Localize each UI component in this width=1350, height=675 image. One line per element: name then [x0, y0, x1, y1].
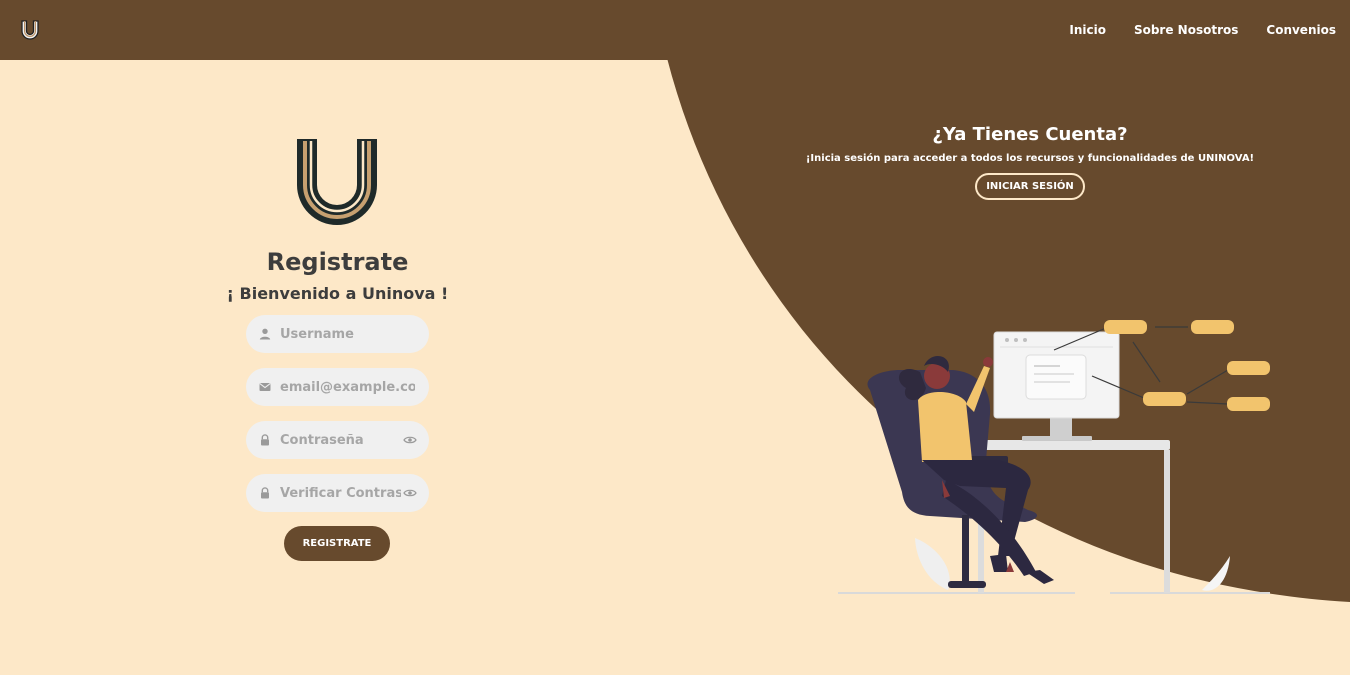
mail-icon [259, 383, 271, 391]
show-password-eye-icon[interactable] [403, 433, 417, 447]
uninova-logo-small[interactable] [18, 18, 42, 42]
welcome-subtitle: ¡ Bienvenido a Uninova ! [226, 284, 449, 303]
uninova-logo [297, 139, 377, 225]
password-input[interactable] [278, 431, 403, 449]
login-panel-text: ¡Inicia sesión para acceder a todos los … [805, 153, 1255, 164]
nav-link-sobre-nosotros[interactable]: Sobre Nosotros [1134, 23, 1238, 37]
username-input[interactable] [278, 325, 417, 343]
login-panel-title: ¿Ya Tienes Cuenta? [932, 124, 1128, 145]
username-field[interactable] [246, 315, 429, 353]
register-button[interactable]: REGISTRATE [284, 526, 390, 561]
lock-icon [261, 487, 269, 499]
show-verify-password-eye-icon[interactable] [403, 486, 417, 500]
verify-password-input[interactable] [278, 484, 403, 502]
lock-icon [261, 434, 269, 446]
login-button[interactable]: INICIAR SESIÓN [975, 173, 1085, 200]
nav-link-convenios[interactable]: Convenios [1266, 23, 1336, 37]
top-navbar: Inicio Sobre Nosotros Convenios [0, 0, 1350, 60]
login-panel: ¿Ya Tienes Cuenta? ¡Inicia sesión para a… [800, 124, 1260, 200]
register-form: Registrate ¡ Bienvenido a Uninova ! User… [0, 0, 675, 675]
email-input[interactable] [278, 378, 417, 396]
password-field[interactable] [246, 421, 429, 459]
user-icon [259, 328, 271, 340]
nav-link-inicio[interactable]: Inicio [1069, 23, 1106, 37]
main-nav: Inicio Sobre Nosotros Convenios [1069, 0, 1336, 60]
email-field[interactable] [246, 368, 429, 406]
page-title: Registrate [266, 248, 409, 276]
verify-password-field[interactable] [246, 474, 429, 512]
person-at-computer-illustration [838, 320, 1270, 594]
